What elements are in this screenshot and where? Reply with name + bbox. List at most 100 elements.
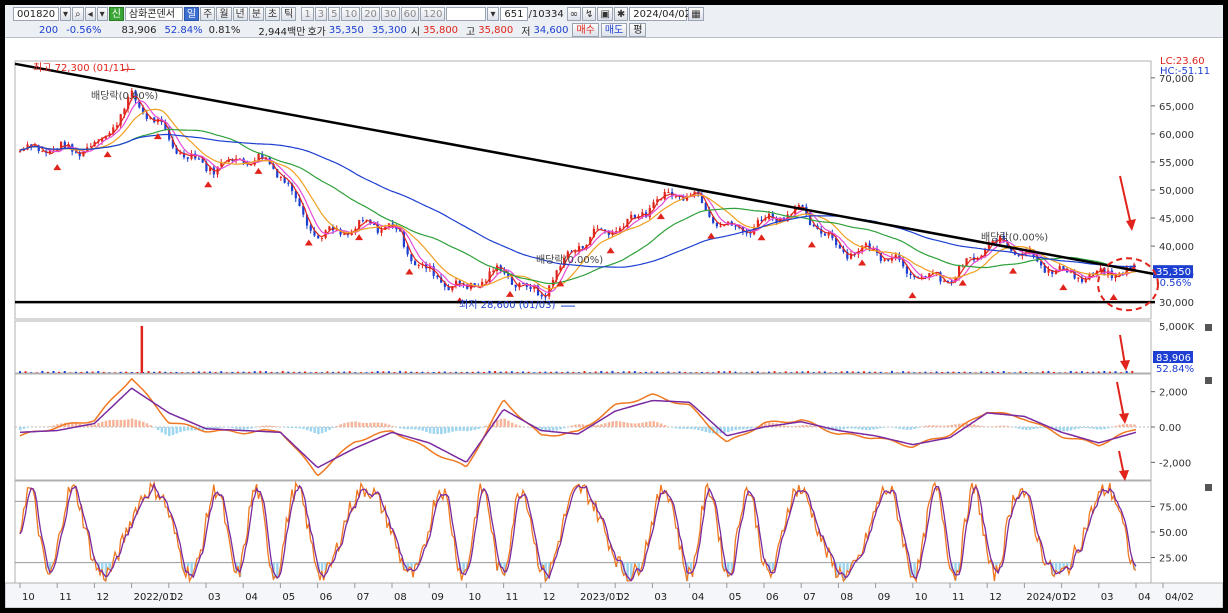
code-dropdown-button[interactable]: ▾ <box>60 7 72 21</box>
candle-body <box>63 141 66 149</box>
interval-button-20[interactable]: 20 <box>361 7 380 21</box>
macd-hist-bar <box>1080 427 1084 429</box>
date-input[interactable]: 2024/04/02 <box>629 7 691 21</box>
volume-bar <box>181 372 184 373</box>
trend-icon[interactable]: ↯ <box>582 7 597 21</box>
macd-hist-bar <box>782 425 786 427</box>
sound-icon[interactable]: ◂ <box>84 7 96 21</box>
buy-button[interactable]: 매수 <box>572 23 599 37</box>
panel-close-button[interactable] <box>1205 324 1212 331</box>
volume-bar <box>1075 371 1078 373</box>
stoch-oversold-bar <box>995 562 998 566</box>
volume-bar <box>1036 372 1039 373</box>
stock-code-input[interactable]: 001820 <box>13 7 59 21</box>
hc-label: HC:-51.11 <box>1160 66 1210 77</box>
macd-hist-bar <box>510 422 514 427</box>
macd-hist-bar <box>332 427 335 428</box>
macd-hist-bar <box>861 427 864 430</box>
macd-hist-bar <box>935 425 939 427</box>
candle-body <box>734 225 737 227</box>
period-button-2[interactable]: 월 <box>216 7 232 21</box>
macd-hist-bar <box>380 422 383 427</box>
save-icon[interactable]: ▣ <box>597 7 613 21</box>
volume-bar <box>846 371 849 373</box>
macd-hist-bar <box>846 427 849 429</box>
volume-bar <box>91 371 94 373</box>
volume-bar <box>203 371 206 373</box>
volume-bar <box>158 371 161 373</box>
interval-button-1[interactable]: 1 <box>301 7 314 21</box>
period-input[interactable] <box>446 7 487 21</box>
period-button-6[interactable]: 틱 <box>281 7 297 21</box>
volume-ratio: 52.84% <box>164 24 203 36</box>
settings-icon[interactable]: ✱ <box>613 7 629 21</box>
volume-bar <box>600 370 603 373</box>
interval-button-120[interactable]: 120 <box>420 7 446 21</box>
candle-body <box>909 273 912 276</box>
volume-spike <box>140 325 144 373</box>
macd-hist-bar <box>667 426 670 427</box>
macd-hist-bar <box>320 427 324 434</box>
candle-body <box>197 158 201 160</box>
volume-bar <box>706 372 709 373</box>
macd-hist-bar <box>216 427 219 429</box>
volume-bar <box>125 371 128 373</box>
volume-bar <box>728 370 731 373</box>
volume-bar <box>1086 371 1089 373</box>
period-button-3[interactable]: 년 <box>232 7 248 21</box>
average-button[interactable]: 평 <box>629 23 647 37</box>
interval-button-5[interactable]: 5 <box>328 7 341 21</box>
volume-bar <box>270 371 273 373</box>
dividend-annotation-3: 배당락(0.00%) <box>981 231 1048 243</box>
period-button-0[interactable]: 일 <box>183 7 200 21</box>
sell-button[interactable]: 매도 <box>600 23 628 37</box>
x-tick-label: 10 <box>468 592 481 603</box>
volume-bar <box>516 371 519 373</box>
period-button-5[interactable]: 초 <box>264 7 281 21</box>
interval-button-10[interactable]: 10 <box>341 7 361 21</box>
link-icon[interactable]: ∞ <box>566 7 582 21</box>
panel-close-button[interactable] <box>1205 484 1212 491</box>
interval-button-60[interactable]: 60 <box>400 7 420 21</box>
interval-button-3[interactable]: 3 <box>314 7 328 21</box>
macd-hist-bar <box>544 427 547 431</box>
interval-button-30[interactable]: 30 <box>380 7 400 21</box>
period-button-4[interactable]: 분 <box>248 7 264 21</box>
stock-chart[interactable]: 10 11 12 2022/0102 03 04 05 06 07 08 09 10 11 12 2023/… <box>5 37 1223 608</box>
macd-hist-bar <box>671 427 674 428</box>
macd-hist-bar <box>294 427 298 429</box>
macd-hist-bar <box>317 427 320 435</box>
calendar-icon[interactable]: ▦ <box>688 7 704 21</box>
volume-bar <box>30 372 33 373</box>
volume-bar <box>963 371 966 373</box>
hoga-label: 호가 <box>307 26 326 38</box>
volume-bar <box>840 371 843 373</box>
credit-badge[interactable]: 신 <box>108 7 124 21</box>
bar-count-input[interactable]: 651 <box>499 7 528 21</box>
macd-hist-bar <box>522 426 525 427</box>
volume-bar <box>443 371 446 373</box>
period-button-1[interactable]: 주 <box>200 7 216 21</box>
panel-close-button[interactable] <box>1205 377 1212 384</box>
macd-hist-bar <box>1095 427 1099 430</box>
period-dropdown-button[interactable]: ▾ <box>487 7 499 21</box>
menu-dropdown-icon[interactable]: ▾ <box>96 7 108 21</box>
macd-hist-bar <box>730 427 734 431</box>
volume-bar <box>1058 372 1061 373</box>
volume-bar <box>533 372 536 373</box>
candle-body <box>864 243 868 246</box>
volume-bar <box>918 372 921 373</box>
volume-bar <box>494 370 497 373</box>
price-panel <box>14 60 1152 320</box>
volume-bar <box>510 371 513 373</box>
macd-hist-bar <box>477 427 480 429</box>
macd-hist-bar <box>432 427 436 434</box>
candle-body <box>674 196 678 198</box>
volume-bar <box>684 371 687 373</box>
candle-body <box>715 222 719 227</box>
macd-hist-bar <box>741 427 745 430</box>
volume-bar <box>868 371 871 373</box>
search-icon[interactable]: ⌕ <box>72 7 84 21</box>
macd-hist-bar <box>451 427 454 432</box>
x-tick-label: 06 <box>320 592 333 603</box>
